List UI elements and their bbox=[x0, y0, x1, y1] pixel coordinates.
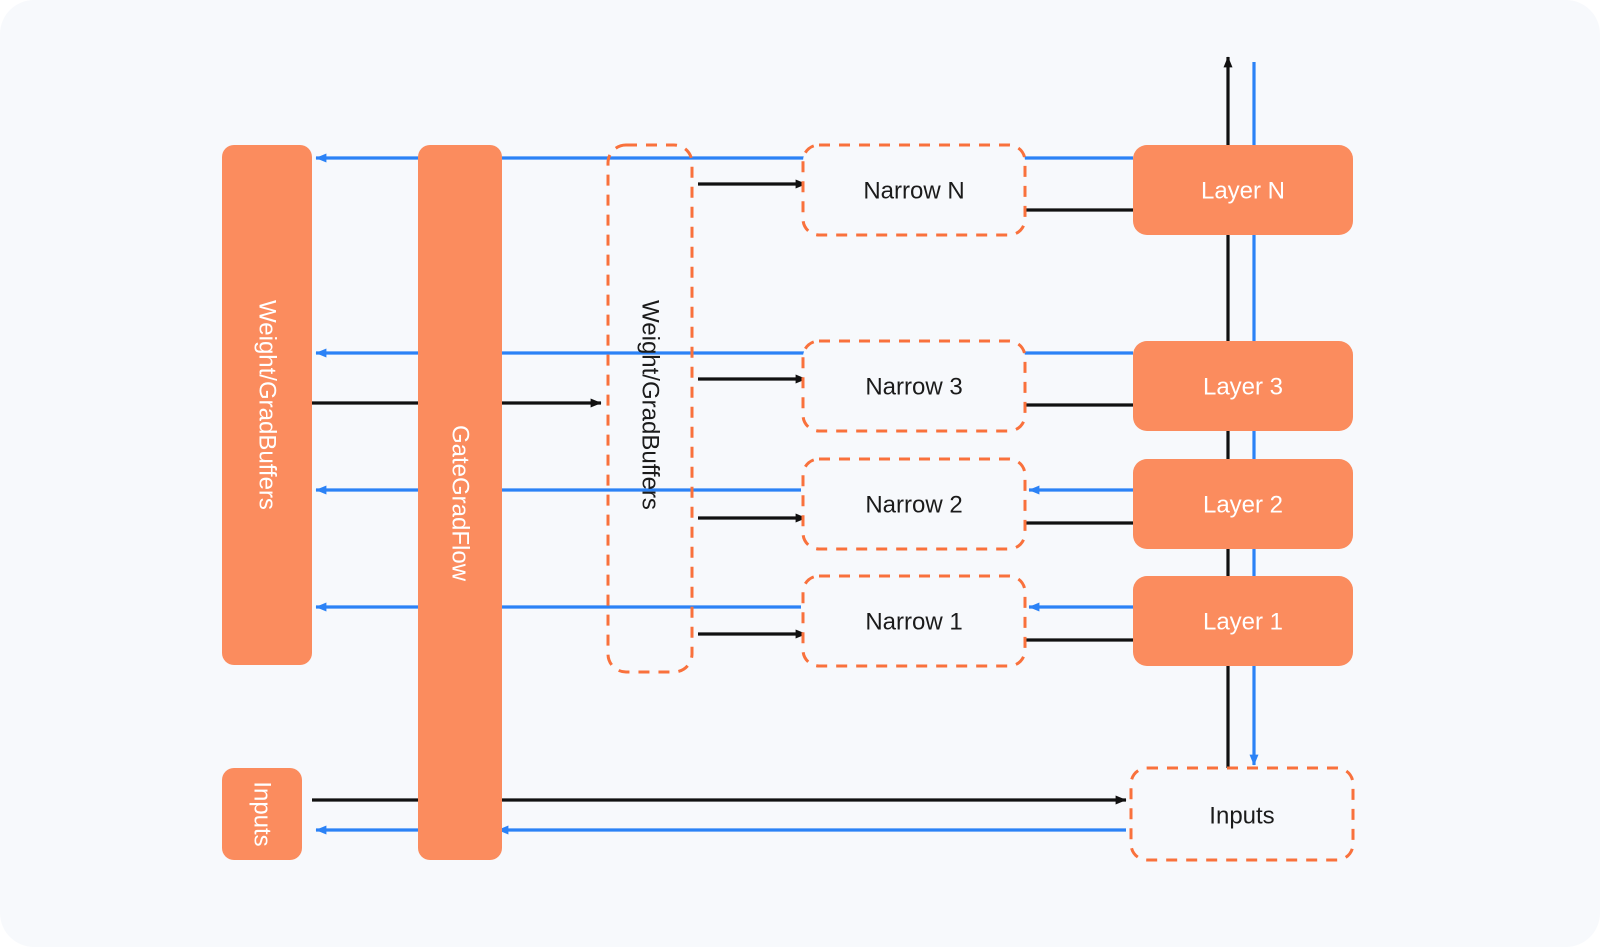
layer-node-label: Layer N bbox=[1201, 178, 1285, 205]
layer-node[interactable]: Layer N bbox=[1133, 145, 1353, 235]
weight-grad-buffers-box[interactable]: Weight/GradBuffers bbox=[222, 145, 312, 665]
layer-node-label: Layer 2 bbox=[1203, 492, 1283, 519]
diagram-card: Weight/GradBuffers GateGradFlow Weight/G… bbox=[0, 0, 1600, 947]
narrow-node[interactable]: Narrow N bbox=[801, 143, 1027, 237]
narrow-node-label: Narrow N bbox=[863, 178, 964, 205]
gate-grad-flow-box[interactable]: GateGradFlow bbox=[418, 145, 502, 860]
inputs-sink-node[interactable]: Inputs bbox=[1129, 766, 1355, 862]
inputs-sink-label: Inputs bbox=[1209, 803, 1274, 830]
inputs-source-box[interactable]: Inputs bbox=[222, 768, 302, 860]
layer-node-label: Layer 3 bbox=[1203, 374, 1283, 401]
narrow-node[interactable]: Narrow 2 bbox=[801, 457, 1027, 551]
layer-node[interactable]: Layer 2 bbox=[1133, 459, 1353, 549]
narrow-node-label: Narrow 1 bbox=[865, 609, 962, 636]
layer-node[interactable]: Layer 1 bbox=[1133, 576, 1353, 666]
narrow-node[interactable]: Narrow 1 bbox=[801, 574, 1027, 668]
inputs-source-label: Inputs bbox=[249, 781, 276, 846]
layer-node[interactable]: Layer 3 bbox=[1133, 341, 1353, 431]
narrow-node-label: Narrow 3 bbox=[865, 374, 962, 401]
flow-diagram: Weight/GradBuffers GateGradFlow Weight/G… bbox=[222, 56, 1355, 862]
gate-grad-flow-label: GateGradFlow bbox=[447, 425, 474, 582]
narrow-node[interactable]: Narrow 3 bbox=[801, 339, 1027, 433]
narrow-node-label: Narrow 2 bbox=[865, 492, 962, 519]
layer-node-label: Layer 1 bbox=[1203, 609, 1283, 636]
weight-grad-buffers-label: Weight/GradBuffers bbox=[254, 300, 281, 510]
weight-grad-buffers-group-label: Weight/GradBuffers bbox=[637, 300, 664, 510]
